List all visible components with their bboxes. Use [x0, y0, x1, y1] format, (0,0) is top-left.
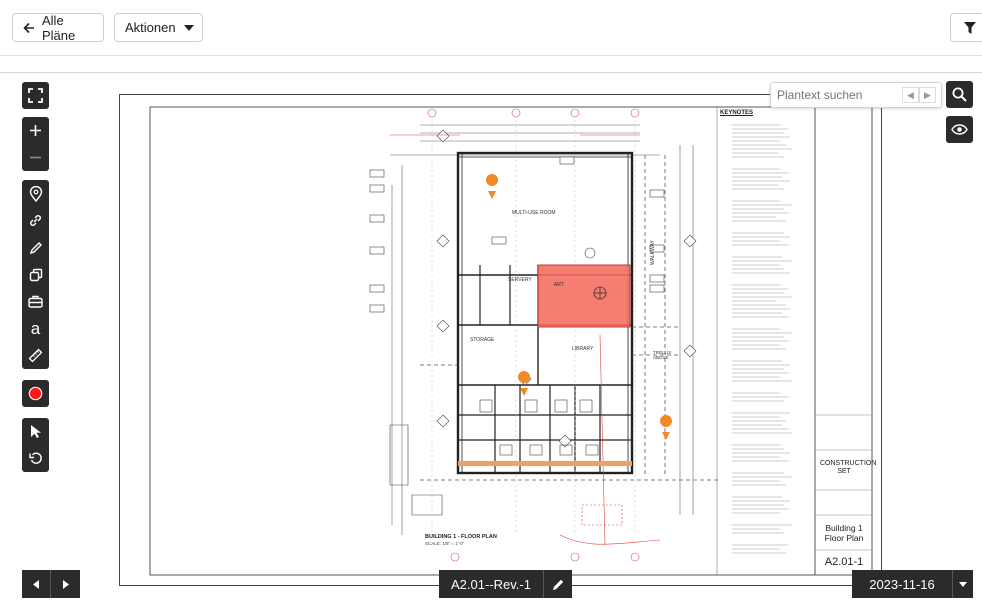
history-toolbar: [22, 418, 49, 472]
room-label-storage: STORAGE: [470, 337, 495, 343]
copy-icon: [29, 268, 42, 281]
chevron-right-icon: ▶: [924, 89, 931, 100]
drawing-title-line1: Building 1: [825, 523, 863, 533]
caret-down-icon: [959, 581, 967, 587]
pen-tool[interactable]: [22, 234, 49, 261]
revision-label[interactable]: A2.01--Rev.-1: [439, 577, 543, 592]
pencil-icon: [552, 579, 563, 590]
search-input[interactable]: [771, 83, 899, 107]
plan-scale: SCALE: 1/8" = 1'-0": [425, 541, 465, 546]
revision-selector: A2.01--Rev.-1: [439, 570, 572, 598]
cursor-icon: [30, 425, 41, 438]
visibility-toggle[interactable]: [946, 116, 973, 143]
actions-label: Aktionen: [125, 20, 176, 35]
trellis-label: TRELLIS ABOVE: [653, 350, 672, 360]
link-icon: [30, 215, 41, 226]
actions-dropdown[interactable]: Aktionen: [114, 13, 203, 42]
date-label: 2023-11-16: [869, 576, 935, 592]
location-pin-icon: [29, 185, 42, 202]
page-navigation: [22, 570, 80, 598]
fullscreen-button[interactable]: [22, 82, 49, 109]
plan-text-search: ◀ ▶: [770, 82, 942, 108]
room-label-servery: SERVERY: [508, 277, 532, 283]
toolbox-tool[interactable]: [22, 288, 49, 315]
edit-revision-button[interactable]: [543, 570, 572, 598]
zoom-out-icon: [30, 156, 41, 159]
undo-icon: [29, 452, 42, 464]
search-next-button[interactable]: ▶: [919, 87, 936, 103]
filter-button[interactable]: [950, 13, 982, 42]
zoom-in-icon: [30, 125, 41, 136]
record-icon: [22, 380, 49, 407]
plan-title: BUILDING 1 - FLOOR PLAN: [425, 534, 497, 540]
search-icon: [952, 87, 967, 102]
pin-tool[interactable]: [22, 180, 49, 207]
link-tool[interactable]: [22, 207, 49, 234]
briefcase-icon: [28, 295, 43, 308]
zoom-in-button[interactable]: [22, 117, 49, 144]
chevron-left-icon: [33, 579, 39, 589]
ruler-icon: [28, 348, 43, 363]
chevron-left-icon: ◀: [907, 89, 914, 100]
room-label-library: LIBRARY: [572, 346, 594, 352]
shape-tool[interactable]: [22, 261, 49, 288]
chevron-right-icon: [62, 579, 69, 589]
prev-page-button[interactable]: [22, 570, 51, 598]
select-tool[interactable]: [22, 418, 49, 445]
caret-down-icon: [183, 24, 194, 31]
back-button[interactable]: Alle Pläne: [12, 12, 104, 43]
filter-icon: [964, 21, 976, 34]
record-button[interactable]: [22, 380, 49, 407]
text-tool[interactable]: a: [22, 315, 49, 342]
drawing-title-line2: Floor Plan: [824, 533, 864, 543]
zoom-controls: [22, 117, 49, 171]
search-prev-button[interactable]: ◀: [902, 87, 919, 103]
date-dropdown-button[interactable]: [952, 570, 973, 598]
text-icon: a: [30, 319, 41, 338]
keynotes-title: KEYNOTES: [720, 110, 754, 116]
room-label-multi-use: MULTI-USE ROOM: [512, 210, 556, 216]
date-selector[interactable]: 2023-11-16: [852, 570, 973, 598]
sheet-number: A2.01-1: [824, 556, 864, 568]
undo-button[interactable]: [22, 445, 49, 472]
fullscreen-icon: [22, 82, 49, 109]
drawing-sheet[interactable]: KEYNOTES MULTI-USE ROOM SERVERY STORAGE …: [119, 94, 882, 586]
arrow-left-icon: [23, 22, 35, 34]
eye-icon: [951, 124, 968, 135]
annotation-toolbar: a: [22, 180, 49, 369]
top-toolbar: Alle Pläne Aktionen: [0, 0, 982, 56]
pen-icon: [29, 241, 42, 254]
stamp-title: CONSTRUCTION SET: [820, 460, 877, 475]
measure-tool[interactable]: [22, 342, 49, 369]
next-page-button[interactable]: [51, 570, 80, 598]
room-label-art: ART: [554, 282, 564, 288]
back-button-label: Alle Pläne: [42, 12, 76, 43]
zoom-out-button[interactable]: [22, 144, 49, 171]
walkway-label: WALKWAY: [650, 240, 656, 265]
search-button[interactable]: [946, 81, 973, 108]
